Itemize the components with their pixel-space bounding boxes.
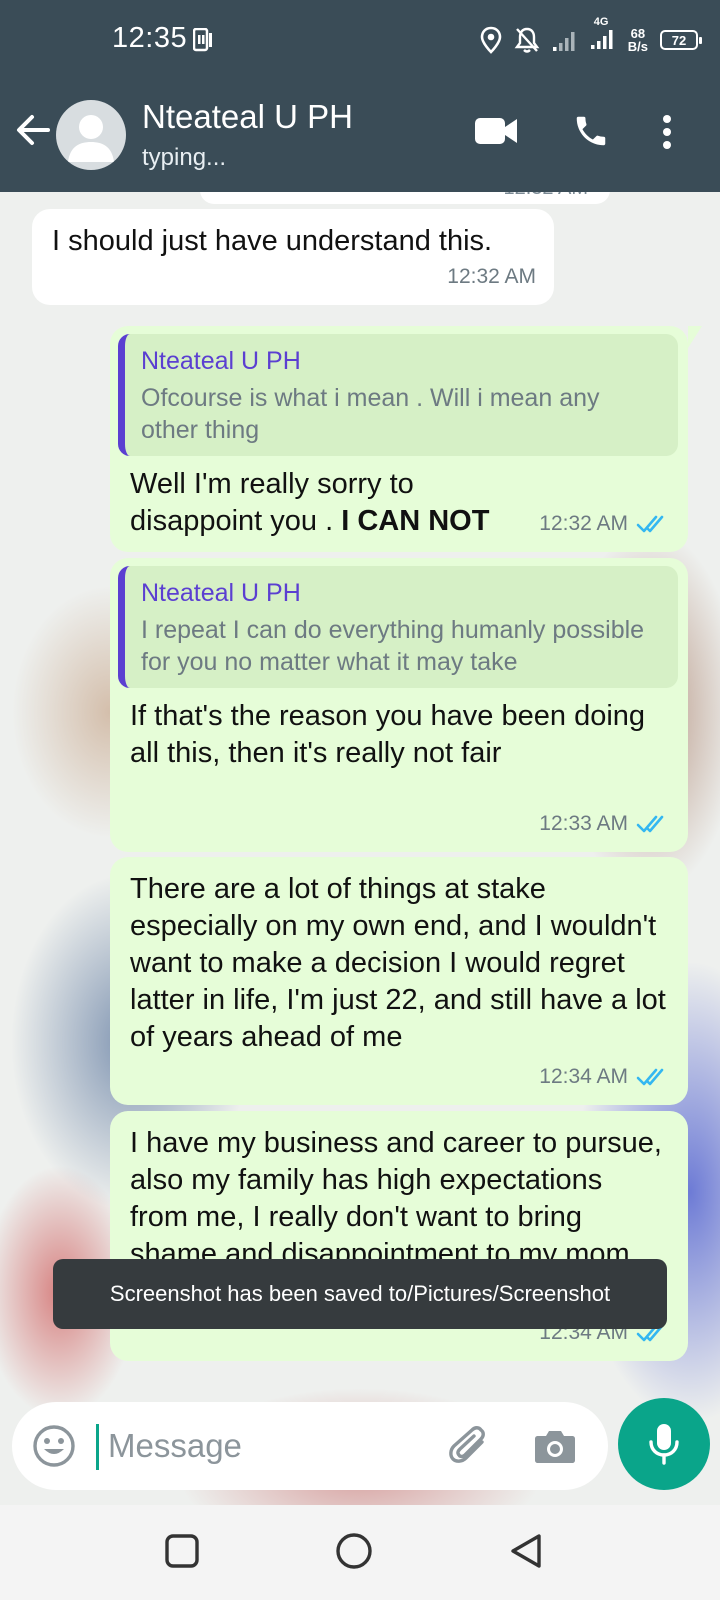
nav-back-icon[interactable]: [508, 1533, 544, 1571]
emoji-icon[interactable]: [32, 1424, 76, 1468]
incoming-message[interactable]: I should just have understand this. 12:3…: [32, 209, 554, 305]
system-nav-bar: [0, 1505, 720, 1600]
back-arrow-icon[interactable]: [14, 110, 54, 150]
message-text: There are a lot of things at stake espec…: [130, 873, 666, 1053]
read-ticks-icon: [636, 515, 664, 532]
more-vert-icon[interactable]: [662, 114, 672, 150]
camera-icon[interactable]: [534, 1428, 576, 1464]
message-time: 12:32 AM: [539, 512, 628, 535]
message-meta: 12:32 AM: [539, 505, 670, 542]
signal-4g: 4G: [590, 16, 616, 55]
quote-author: Nteateal U PH: [141, 579, 301, 607]
read-ticks-icon: [636, 1068, 664, 1085]
status-bar: 12:35 4G 68 B/s 72: [0, 0, 720, 80]
message-text-bold: I CAN NOT: [341, 505, 490, 537]
signal-icon-2: [590, 29, 613, 49]
voice-record-button[interactable]: [618, 1398, 710, 1490]
toast-notification: Screenshot has been saved to/Pictures/Sc…: [53, 1259, 667, 1329]
outgoing-message[interactable]: Nteateal U PH I repeat I can do everythi…: [110, 558, 688, 852]
phone-icon[interactable]: [572, 112, 610, 150]
quote-text: Ofcourse is what i mean . Will i mean an…: [141, 384, 600, 444]
mic-icon: [649, 1424, 679, 1465]
status-icons: 4G 68 B/s 72: [480, 16, 702, 58]
message-meta: 12:34 AM: [539, 1058, 670, 1095]
quote-author: Nteateal U PH: [141, 347, 301, 375]
quoted-reply[interactable]: Nteateal U PH Ofcourse is what i mean . …: [118, 334, 678, 456]
clipped-message: 12:32 AM: [200, 192, 610, 204]
message-text: I should just have understand this.: [52, 225, 493, 257]
message-time: 12:32 AM: [503, 192, 588, 200]
contact-name[interactable]: Nteateal U PH: [142, 98, 353, 136]
message-time: 12:32 AM: [447, 265, 536, 288]
message-time: 12:34 AM: [539, 1065, 628, 1088]
video-call-icon[interactable]: [474, 116, 518, 146]
message-time: 12:33 AM: [539, 812, 628, 835]
nav-home-icon[interactable]: [334, 1533, 374, 1573]
screenshot-notification-icon: [193, 28, 212, 52]
battery-level: 72: [671, 32, 687, 48]
attach-icon[interactable]: [448, 1426, 492, 1466]
net-speed: 68 B/s: [628, 27, 648, 53]
message-text: If that's the reason you have been doing…: [130, 700, 646, 769]
contact-status: typing...: [142, 144, 227, 171]
status-time: 12:35: [112, 22, 188, 54]
outgoing-message[interactable]: There are a lot of things at stake espec…: [110, 857, 688, 1105]
chat-area[interactable]: 12:32 AM I should just have understand t…: [0, 192, 720, 1505]
signal-icon-1: [552, 32, 575, 51]
read-ticks-icon: [636, 815, 664, 832]
mute-bell-icon: [514, 27, 540, 53]
message-input[interactable]: [108, 1420, 428, 1472]
quoted-reply[interactable]: Nteateal U PH I repeat I can do everythi…: [118, 566, 678, 688]
message-text: I have my business and career to pursue,…: [130, 1127, 662, 1270]
outgoing-message[interactable]: Nteateal U PH Ofcourse is what i mean . …: [110, 326, 688, 552]
message-compose-bar: [12, 1402, 608, 1490]
bubble-tail: [688, 326, 702, 348]
network-type: 4G: [593, 15, 609, 28]
chat-header: Nteateal U PH typing...: [0, 80, 720, 192]
avatar-placeholder-icon: [68, 115, 114, 162]
nav-recents-icon[interactable]: [164, 1533, 200, 1569]
net-speed-unit: B/s: [627, 39, 648, 54]
location-icon: [480, 26, 502, 54]
avatar[interactable]: [56, 100, 126, 170]
quote-text: I repeat I can do everything humanly pos…: [141, 616, 645, 676]
message-meta: 12:33 AM: [539, 805, 670, 842]
text-cursor: [96, 1424, 99, 1470]
message-meta: 12:32 AM: [447, 258, 536, 295]
battery-icon: 72: [660, 30, 702, 50]
